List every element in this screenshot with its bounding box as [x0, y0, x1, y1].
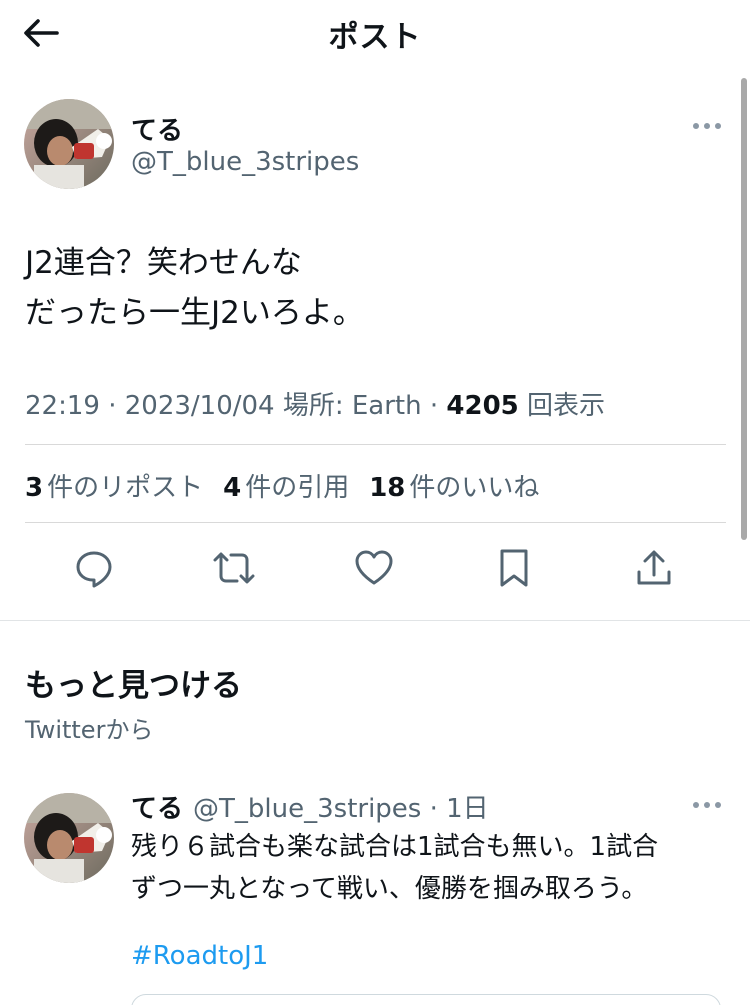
hashtag-link[interactable]: #RoadtoJ1 — [131, 941, 268, 971]
reposts-stat[interactable]: 3 件のリポスト — [25, 467, 203, 504]
avatar[interactable] — [24, 793, 114, 883]
more-options-button[interactable] — [690, 116, 724, 136]
more-horizontal-icon — [693, 802, 721, 808]
divider — [25, 444, 726, 445]
author-handle[interactable]: @T_blue_3stripes — [193, 794, 421, 824]
reply-button[interactable] — [72, 546, 116, 590]
author-handle[interactable]: @T_blue_3stripes — [131, 147, 359, 177]
recommended-tweet-header: てる @T_blue_3stripes · 1日 — [131, 788, 489, 825]
recommended-tweet-text: 残り６試合も楽な試合は1試合も無い。1試合 ずつ一丸となって戦い、優勝を掴み取ろ… — [131, 826, 721, 910]
meta-separator: · — [429, 391, 447, 421]
likes-count: 18 — [369, 473, 406, 503]
retweet-icon — [213, 552, 255, 584]
tweet-date[interactable]: 2023/10/04 — [125, 391, 275, 421]
discover-heading: もっと見つける — [25, 668, 242, 704]
quotes-count: 4 — [223, 473, 242, 503]
tweet-text-line: J2連合？笑わせんな — [25, 245, 302, 281]
share-button[interactable] — [632, 546, 676, 590]
likes-label: 件のいいね — [409, 473, 540, 503]
like-button[interactable] — [352, 546, 396, 590]
meta-separator: · — [421, 794, 447, 824]
post-detail-page: ポスト てる @T_blue_3stripes J2連合？笑わせんな だったら一… — [0, 0, 750, 1005]
tweet-actions — [0, 546, 750, 590]
reposts-label: 件のリポスト — [47, 473, 204, 503]
engagement-stats: 3 件のリポスト 4 件の引用 18 件のいいね — [25, 467, 539, 504]
quotes-label: 件の引用 — [245, 473, 350, 503]
tweet-text: J2連合？笑わせんな だったら一生J2いろよ。 — [25, 238, 725, 338]
bookmark-button[interactable] — [492, 546, 536, 590]
views-label: 回表示 — [527, 391, 606, 421]
avatar-photo — [24, 99, 114, 189]
section-separator — [0, 620, 750, 621]
tweet-meta: 22:19 · 2023/10/04 場所: Earth · 4205 回表示 — [25, 385, 605, 422]
tweet-text-line: 残り６試合も楽な試合は1試合も無い。1試合 — [131, 832, 659, 862]
page-title: ポスト — [328, 20, 422, 55]
quotes-stat[interactable]: 4 件の引用 — [223, 467, 349, 504]
author-name[interactable]: てる — [131, 794, 183, 824]
reply-icon — [76, 551, 112, 588]
avatar-photo — [24, 793, 114, 883]
share-icon — [637, 550, 671, 585]
reposts-count: 3 — [25, 473, 44, 503]
more-options-button[interactable] — [690, 795, 724, 815]
views-count: 4205 — [446, 391, 519, 421]
scrollbar[interactable] — [741, 78, 747, 540]
retweet-button[interactable] — [212, 546, 256, 590]
divider — [25, 522, 726, 523]
tweet-time[interactable]: 22:19 — [25, 391, 100, 421]
author-name[interactable]: てる — [131, 110, 183, 147]
avatar[interactable] — [24, 99, 114, 189]
likes-stat[interactable]: 18 件のいいね — [369, 467, 539, 504]
heart-icon — [355, 550, 393, 585]
tweet-location: 場所: Earth — [282, 391, 422, 421]
embedded-card[interactable] — [131, 994, 721, 1005]
tweet-text-line: だったら一生J2いろよ。 — [25, 295, 364, 331]
bookmark-icon — [500, 549, 528, 587]
tweet-time[interactable]: 1日 — [446, 794, 489, 824]
discover-subtitle: Twitterから — [25, 716, 154, 744]
meta-separator: · — [108, 391, 125, 421]
more-horizontal-icon — [693, 123, 721, 129]
top-bar: ポスト — [0, 0, 750, 62]
tweet-text-line: ずつ一丸となって戦い、優勝を掴み取ろう。 — [131, 874, 648, 904]
